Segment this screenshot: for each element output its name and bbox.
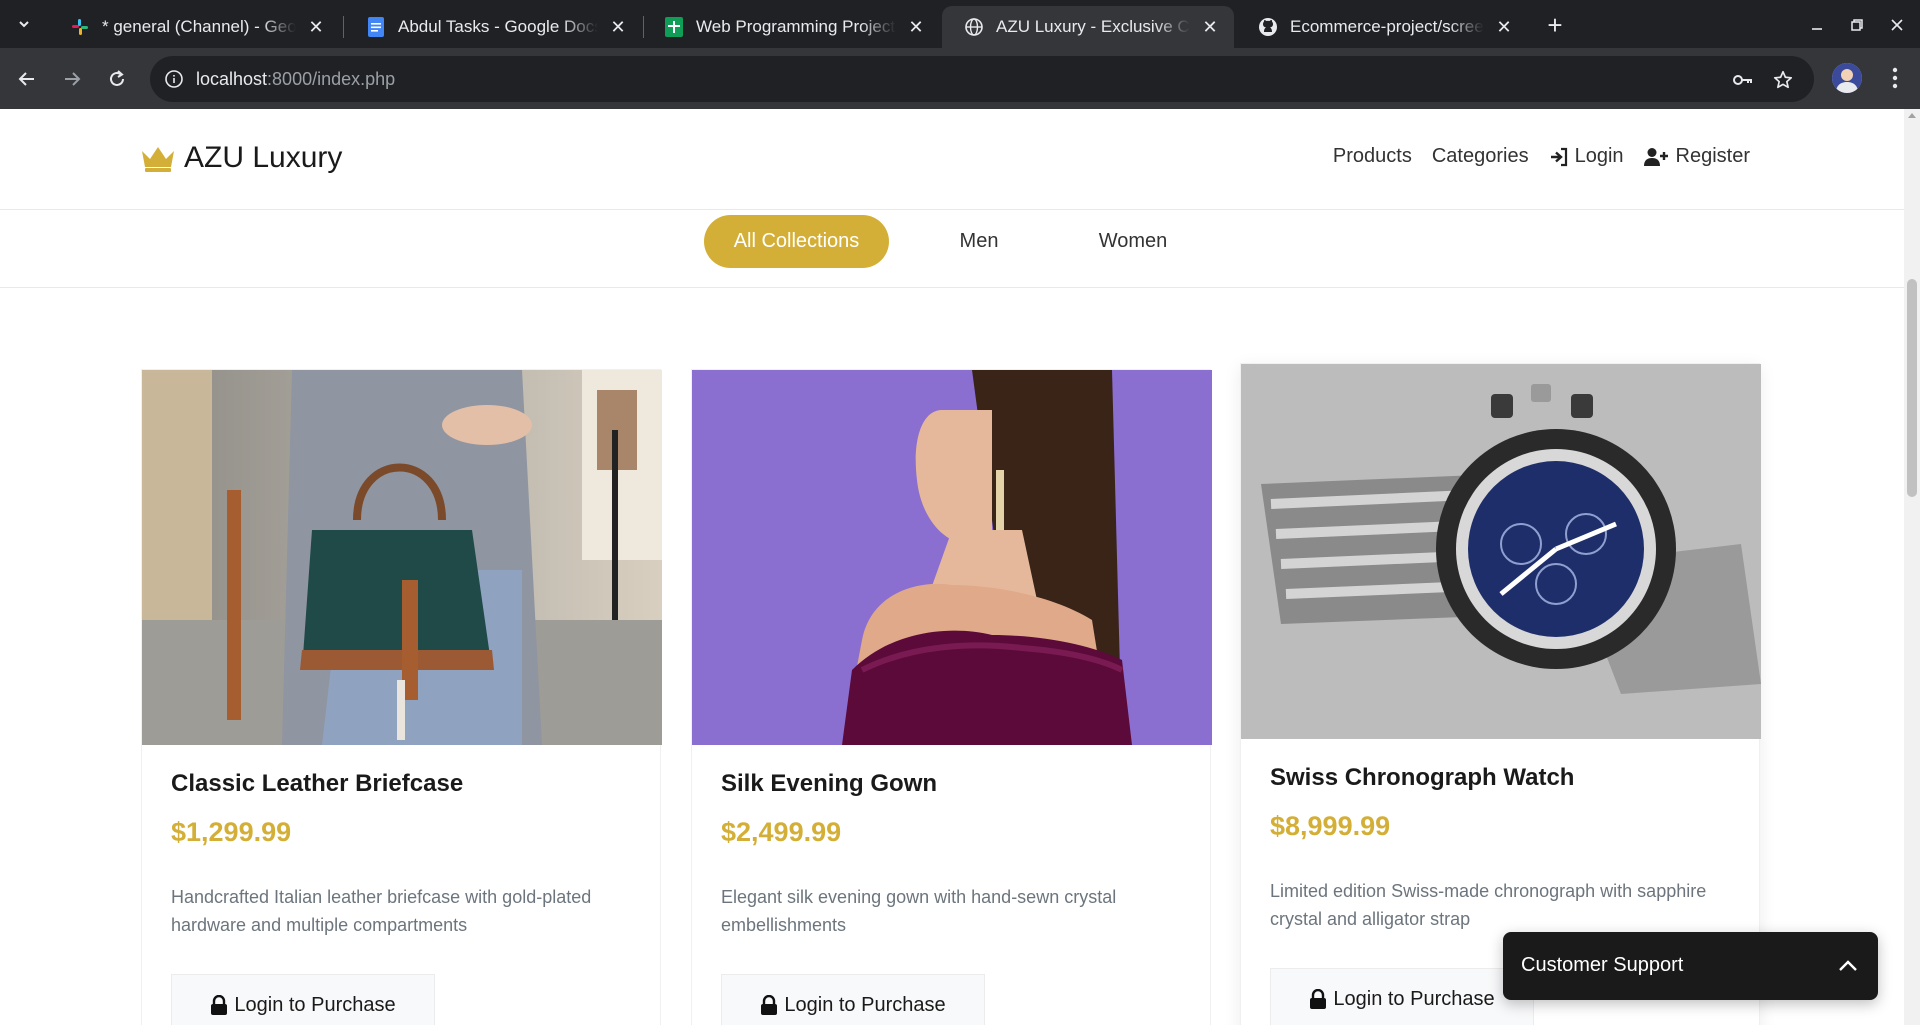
browser-toolbar: localhost:8000/index.php [0,48,1920,109]
new-tab-icon[interactable]: + [1540,10,1570,40]
customer-support-widget[interactable]: Customer Support [1503,932,1878,1000]
product-price: $2,499.99 [721,817,842,847]
page-scrollbar[interactable] [1904,109,1920,1025]
nav-login-label: Login [1574,145,1624,167]
browser-tab-google-docs[interactable]: Abdul Tasks - Google Docs ✕ [344,6,642,48]
reload-icon[interactable] [100,62,134,96]
address-bar[interactable]: localhost:8000/index.php [150,56,1814,102]
product-card: Classic Leather Briefcase $1,299.99 Hand… [141,369,662,1025]
nav-register[interactable]: Register [1643,145,1750,168]
tab-title: Ecommerce-project/screenshots [1290,17,1484,36]
scroll-up-arrow-icon[interactable] [1908,113,1916,118]
scrollbar-thumb[interactable] [1907,279,1917,497]
globe-icon [964,17,984,37]
crown-icon [142,147,174,172]
slack-icon [70,17,90,37]
login-to-purchase-button[interactable]: Login to Purchase [1270,968,1534,1025]
lock-icon [1310,989,1327,1009]
login-icon [1550,147,1567,166]
close-tab-icon[interactable]: ✕ [606,15,630,39]
add-user-icon [1643,147,1668,166]
browser-tab-azu-luxury[interactable]: AZU Luxury - Exclusive Collection ✕ [942,6,1234,48]
product-description: Elegant silk evening gown with hand-sewn… [721,887,1117,935]
lock-icon [761,995,778,1015]
close-tab-icon[interactable]: ✕ [304,15,328,39]
product-card: Silk Evening Gown $2,499.99 Elegant silk… [691,369,1212,1025]
browser-tab-strip: * general (Channel) - Geonode ✕ Abdul Ta… [0,0,1920,48]
filter-women[interactable]: Women [1074,215,1192,268]
product-image-watch[interactable] [1241,364,1761,739]
button-label: Login to Purchase [234,993,396,1016]
tab-title: * general (Channel) - Geonode [102,17,296,36]
close-tab-icon[interactable]: ✕ [904,15,928,39]
browser-tab-google-sheets[interactable]: Web Programming Projects ✕ [642,6,940,48]
bookmark-star-icon[interactable] [1770,67,1796,93]
nav-login[interactable]: Login [1549,145,1624,168]
button-label: Login to Purchase [1333,987,1495,1010]
brand-logo[interactable]: AZU Luxury [140,141,342,175]
github-icon [1258,17,1278,37]
back-arrow-icon[interactable] [10,62,44,96]
login-to-purchase-button[interactable]: Login to Purchase [171,974,435,1025]
browser-menu-icon[interactable] [1880,63,1910,93]
product-price: $8,999.99 [1270,811,1391,841]
button-label: Login to Purchase [784,993,946,1016]
product-price: $1,299.99 [171,817,292,847]
close-tab-icon[interactable]: ✕ [1492,15,1516,39]
site-info-icon[interactable] [162,67,186,91]
google-docs-icon [366,17,386,37]
product-description: Handcrafted Italian leather briefcase wi… [171,887,592,935]
customer-support-label: Customer Support [1521,954,1684,976]
restore-icon[interactable] [1842,10,1872,40]
site-header: AZU Luxury Products Categories Login Reg… [0,109,1904,210]
product-title: Classic Leather Briefcase [171,770,464,797]
url-host: localhost [196,69,268,89]
collection-filter-bar: All Collections Men Women [0,210,1904,288]
tab-title: Abdul Tasks - Google Docs [398,17,598,36]
product-card: Swiss Chronograph Watch $8,999.99 Limite… [1240,363,1761,1025]
google-sheets-icon [664,17,684,37]
url-path: :8000/index.php [267,69,396,89]
product-image-briefcase[interactable] [142,370,662,745]
tab-title: AZU Luxury - Exclusive Collection [996,17,1190,36]
lock-icon [211,995,228,1015]
close-tab-icon[interactable]: ✕ [1198,15,1222,39]
product-title: Silk Evening Gown [721,770,938,797]
product-description: Limited edition Swiss-made chronograph w… [1270,881,1707,929]
brand-name: AZU Luxury [184,141,343,174]
nav-categories[interactable]: Categories [1432,145,1529,168]
url-text: localhost:8000/index.php [196,69,395,90]
password-key-icon[interactable] [1730,67,1756,93]
minimize-icon[interactable] [1802,10,1832,40]
tab-title: Web Programming Projects [696,17,896,36]
browser-tab-github[interactable]: Ecommerce-project/screenshots ✕ [1236,6,1528,48]
product-title: Swiss Chronograph Watch [1270,764,1575,791]
nav-register-label: Register [1675,145,1750,167]
chevron-up-icon[interactable] [1834,952,1862,980]
page-viewport: AZU Luxury Products Categories Login Reg… [0,109,1920,1025]
tab-search-icon[interactable] [10,10,38,38]
filter-men[interactable]: Men [920,215,1038,268]
product-image-gown[interactable] [692,370,1212,745]
nav-products[interactable]: Products [1333,145,1412,168]
browser-tab-slack[interactable]: * general (Channel) - Geonode ✕ [48,6,340,48]
profile-avatar[interactable] [1832,63,1862,93]
main-nav: Products Categories Login Register [1313,145,1750,168]
close-window-icon[interactable] [1882,10,1912,40]
forward-arrow-icon[interactable] [55,62,89,96]
filter-all-collections[interactable]: All Collections [704,215,889,268]
login-to-purchase-button[interactable]: Login to Purchase [721,974,985,1025]
